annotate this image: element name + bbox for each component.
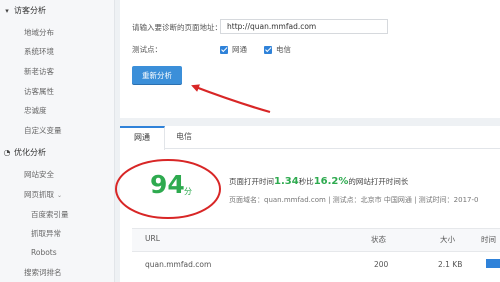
sidebar-item-security[interactable]: 网站安全	[24, 169, 54, 180]
column-header-url: URL	[145, 234, 160, 243]
sidebar-subitem-crawl-errors[interactable]: 抓取异常	[31, 228, 61, 239]
percent-value: 16.2%	[313, 176, 349, 187]
url-input[interactable]	[220, 19, 388, 34]
sidebar-section-visitor[interactable]: ▾ 访客分析	[0, 3, 46, 19]
checkbox-checked-icon	[264, 45, 272, 54]
checkbox-wangtong[interactable]: 网通	[220, 44, 247, 55]
checkbox-label: 网通	[232, 45, 247, 54]
summary-mid: 秒比	[298, 177, 314, 186]
sidebar: ▾ 访客分析 地域分布 系统环境 新老访客 访客属性 忠诚度 自定义变量 ◔ 优化分…	[0, 0, 115, 282]
score-unit: 分	[184, 187, 192, 196]
checkbox-label: 电信	[276, 45, 291, 54]
row-size: 2.1 KB	[438, 260, 463, 269]
test-point-label: 测试点：	[132, 45, 162, 54]
tab-dianxin[interactable]: 电信	[166, 126, 202, 148]
sidebar-subitem-baidu-index[interactable]: 百度索引量	[31, 209, 69, 220]
test-meta: 页面域名：quan.mmfad.com | 测试点：北京市 中国网通 | 测试时…	[229, 196, 479, 204]
sidebar-section-optimize[interactable]: ◔ 优化分析	[0, 145, 47, 161]
checkbox-checked-icon	[220, 45, 228, 54]
sidebar-item-custom-vars[interactable]: 自定义变量	[24, 125, 62, 136]
sidebar-item-search-rank[interactable]: 搜索词排名	[24, 267, 62, 278]
optimize-icon: ◔	[3, 148, 11, 157]
sidebar-section-label: 访客分析	[14, 6, 46, 15]
summary-prefix: 页面打开时间	[229, 177, 274, 186]
sidebar-item-label: 网页抓取	[24, 190, 54, 199]
checkbox-dianxin[interactable]: 电信	[264, 44, 291, 55]
url-label: 请输入要诊断的页面地址：	[132, 23, 222, 32]
column-header-status: 状态	[371, 235, 386, 244]
column-header-time: 时间	[481, 235, 496, 244]
sidebar-item-loyalty[interactable]: 忠诚度	[24, 105, 47, 116]
time-bar	[486, 259, 500, 268]
sidebar-item-attributes[interactable]: 访客属性	[24, 86, 54, 97]
tab-divider	[164, 148, 500, 149]
tab-wangtong[interactable]: 网通	[120, 126, 165, 150]
column-header-size: 大小	[440, 235, 455, 244]
chevron-down-icon: ▾	[5, 7, 9, 15]
load-time-value: 1.34	[274, 176, 299, 187]
summary-suffix: 的网站打开时间长	[348, 177, 409, 186]
diagnosis-form-card	[120, 0, 500, 118]
sidebar-section-label: 优化分析	[14, 148, 46, 157]
sidebar-item-new-old[interactable]: 新老访客	[24, 66, 54, 77]
load-summary: 页面打开时间1.34秒比16.2%的网站打开时间长	[229, 176, 408, 187]
sidebar-item-system[interactable]: 系统环境	[24, 46, 54, 57]
chevron-down-icon: ⌄	[57, 192, 63, 199]
score-value: 94	[150, 170, 185, 199]
sidebar-subitem-robots[interactable]: Robots	[31, 248, 57, 257]
sidebar-item-region[interactable]: 地域分布	[24, 27, 54, 38]
row-status: 200	[374, 260, 389, 269]
sidebar-item-crawl[interactable]: 网页抓取 ⌄	[24, 189, 62, 200]
reanalyze-button[interactable]: 重新分析	[132, 66, 182, 84]
row-url[interactable]: quan.mmfad.com	[145, 260, 211, 269]
